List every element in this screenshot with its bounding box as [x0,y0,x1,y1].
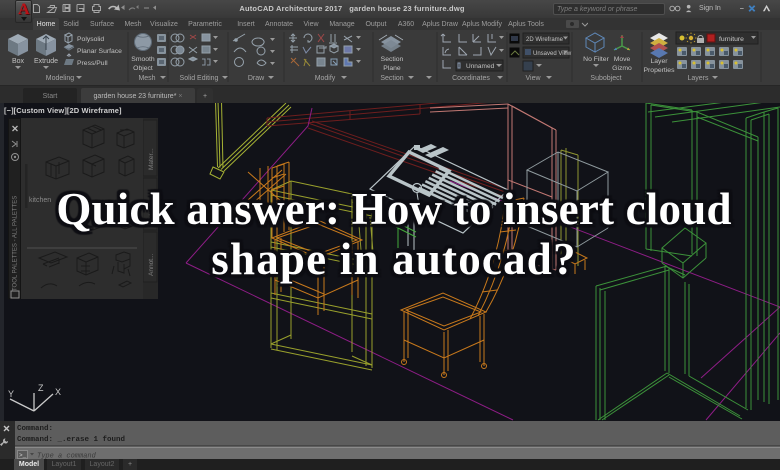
svg-text:Extrude: Extrude [34,58,58,65]
svg-text:Layers: Layers [687,75,709,82]
svg-text:X: X [55,387,61,397]
svg-text:Object: Object [133,65,153,72]
svg-text:Box: Box [12,58,25,65]
svg-text:Mesh: Mesh [138,75,155,82]
svg-text:Section: Section [380,75,403,82]
svg-text:Draw: Draw [248,75,265,82]
svg-text:Y: Y [8,389,14,399]
svg-text:Coordinates: Coordinates [452,75,490,82]
svg-text:Press/Pull: Press/Pull [77,60,108,67]
svg-text:Z: Z [38,383,44,393]
svg-text:Plane: Plane [383,65,401,72]
svg-text:Polysolid: Polysolid [77,36,104,43]
svg-text:View: View [525,75,541,82]
svg-text:Properties: Properties [644,67,676,74]
svg-text:Subobject: Subobject [590,75,621,82]
svg-text:Mater...: Mater... [148,148,155,170]
svg-text:Solid Editing: Solid Editing [180,75,219,82]
svg-text:2D Wireframe: 2D Wireframe [526,37,564,43]
svg-text:Gizmo: Gizmo [612,65,632,72]
svg-text:Modify: Modify [315,75,336,82]
svg-text:furniture: furniture [719,36,744,43]
svg-text:Section: Section [381,56,404,63]
svg-text:Layer: Layer [650,58,668,65]
svg-text:Modeling: Modeling [46,75,75,82]
svg-text:Smooth: Smooth [131,56,155,63]
svg-text:Planar Surface: Planar Surface [77,48,122,55]
svg-text:Unnamed: Unnamed [466,63,495,70]
svg-text:Move: Move [614,56,631,63]
svg-text:No Filter: No Filter [583,56,609,63]
svg-text:>_: >_ [19,452,27,459]
